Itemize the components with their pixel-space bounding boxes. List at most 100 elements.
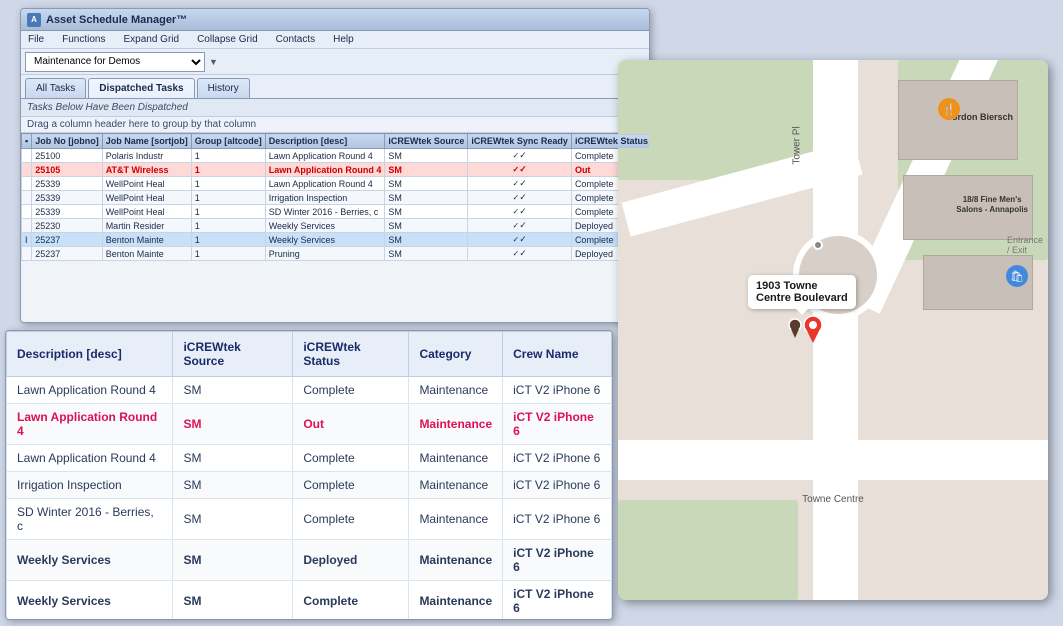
- list-item[interactable]: Lawn Application Round 4 SM Complete Mai…: [7, 445, 612, 472]
- col-header-jobname[interactable]: Job Name [sortjob]: [102, 134, 191, 149]
- cell-group: 1: [191, 177, 265, 191]
- bottom-cell-desc: Lawn Application Round 4: [7, 445, 173, 472]
- dispatched-notice: Tasks Below Have Been Dispatched: [21, 99, 649, 117]
- row-marker: I: [22, 233, 32, 247]
- bottom-cell-crew: iCT V2 iPhone 6: [503, 540, 612, 581]
- cell-sync: ✓: [468, 233, 572, 247]
- table-row[interactable]: 25105 AT&T Wireless 1 Lawn Application R…: [22, 163, 650, 177]
- table-row[interactable]: 25237 Benton Mainte 1 Pruning SM ✓ Deplo…: [22, 247, 650, 261]
- bottom-cell-desc: Weekly Services: [7, 540, 173, 581]
- road-horizontal-bottom: [618, 440, 1048, 480]
- table-row[interactable]: 25230 Martin Resider 1 Weekly Services S…: [22, 219, 650, 233]
- col-header-status[interactable]: iCREWtek Status: [571, 134, 649, 149]
- menu-contacts[interactable]: Contacts: [273, 34, 318, 45]
- row-marker: [22, 219, 32, 233]
- col-header-marker[interactable]: ▪: [22, 134, 32, 149]
- cell-group: 1: [191, 191, 265, 205]
- list-item[interactable]: Lawn Application Round 4 SM Complete Mai…: [7, 377, 612, 404]
- tower-pl-label: Tower Pl: [792, 126, 803, 164]
- list-item[interactable]: Irrigation Inspection SM Complete Mainte…: [7, 472, 612, 499]
- bottom-cell-status: Complete: [293, 445, 409, 472]
- col-header-group[interactable]: Group [altcode]: [191, 134, 265, 149]
- bottom-cell-category: Maintenance: [409, 472, 503, 499]
- table-row[interactable]: 25339 WellPoint Heal 1 SD Winter 2016 - …: [22, 205, 650, 219]
- cell-desc: Weekly Services: [265, 219, 385, 233]
- map-window[interactable]: Tower Pl Towne Centre Entrance/ Exit Gor…: [618, 60, 1048, 600]
- top-table-container[interactable]: ▪ Job No [jobno] Job Name [sortjob] Grou…: [21, 133, 649, 322]
- bottom-cell-category: Maintenance: [409, 377, 503, 404]
- cell-jobno: 25237: [32, 247, 102, 261]
- app-title: Asset Schedule Manager™: [46, 14, 187, 26]
- tab-history[interactable]: History: [197, 78, 250, 98]
- list-item[interactable]: Weekly Services SM Deployed Maintenance …: [7, 540, 612, 581]
- table-row[interactable]: 25339 WellPoint Heal 1 Lawn Application …: [22, 177, 650, 191]
- bottom-col-status[interactable]: iCREWtek Status: [293, 332, 409, 377]
- fine-mens-label: 18/8 Fine Men'sSalons - Annapolis: [956, 195, 1028, 214]
- cell-group: 1: [191, 247, 265, 261]
- cell-source: SM: [385, 163, 468, 177]
- bottom-data-table: Description [desc] iCREWtek Source iCREW…: [6, 331, 612, 620]
- col-header-source[interactable]: iCREWtek Source: [385, 134, 468, 149]
- toolbar: Maintenance for Demos ▼: [21, 49, 649, 75]
- cell-jobname: WellPoint Heal: [102, 205, 191, 219]
- cell-sync: ✓: [468, 191, 572, 205]
- cell-jobno: 25237: [32, 233, 102, 247]
- dropdown-arrow-icon: ▼: [209, 57, 218, 67]
- list-item[interactable]: SD Winter 2016 - Berries, c SM Complete …: [7, 499, 612, 540]
- cell-group: 1: [191, 219, 265, 233]
- col-header-jobno[interactable]: Job No [jobno]: [32, 134, 102, 149]
- bottom-col-crew[interactable]: Crew Name: [503, 332, 612, 377]
- title-bar: A Asset Schedule Manager™: [21, 9, 649, 31]
- bottom-col-desc[interactable]: Description [desc]: [7, 332, 173, 377]
- bottom-col-category[interactable]: Category: [409, 332, 503, 377]
- bottom-cell-source: SM: [173, 499, 293, 540]
- menu-file[interactable]: File: [25, 34, 47, 45]
- cell-desc: SD Winter 2016 - Berries, c: [265, 205, 385, 219]
- cell-desc: Irrigation Inspection: [265, 191, 385, 205]
- tab-dispatched-tasks[interactable]: Dispatched Tasks: [88, 78, 194, 98]
- list-item[interactable]: Weekly Services SM Complete Maintenance …: [7, 581, 612, 621]
- list-item[interactable]: Lawn Application Round 4 SM Out Maintena…: [7, 404, 612, 445]
- bottom-cell-category: Maintenance: [409, 445, 503, 472]
- cell-group: 1: [191, 163, 265, 177]
- bottom-col-source[interactable]: iCREWtek Source: [173, 332, 293, 377]
- cell-desc: Weekly Services: [265, 233, 385, 247]
- green-area-3: [618, 500, 798, 600]
- maintenance-dropdown[interactable]: Maintenance for Demos: [25, 52, 205, 72]
- bottom-cell-status: Complete: [293, 499, 409, 540]
- entrance-exit-label: Entrance/ Exit: [1007, 235, 1043, 255]
- orange-pin-marker: [788, 318, 802, 341]
- app-icon: A: [27, 13, 41, 27]
- bottom-cell-category: Maintenance: [409, 540, 503, 581]
- cell-sync: ✓: [468, 177, 572, 191]
- bottom-cell-status: Complete: [293, 377, 409, 404]
- bottom-cell-source: SM: [173, 445, 293, 472]
- gray-dot-marker: [813, 240, 823, 250]
- map-background: Tower Pl Towne Centre Entrance/ Exit Gor…: [618, 60, 1048, 600]
- menu-expand-grid[interactable]: Expand Grid: [120, 34, 182, 45]
- table-row[interactable]: 25339 WellPoint Heal 1 Irrigation Inspec…: [22, 191, 650, 205]
- bottom-cell-crew: iCT V2 iPhone 6: [503, 377, 612, 404]
- cell-sync: ✓: [468, 163, 572, 177]
- menu-functions[interactable]: Functions: [59, 34, 108, 45]
- cell-jobname: WellPoint Heal: [102, 191, 191, 205]
- cell-source: SM: [385, 149, 468, 163]
- bottom-cell-source: SM: [173, 404, 293, 445]
- cell-sync: ✓: [468, 219, 572, 233]
- col-header-desc[interactable]: Description [desc]: [265, 134, 385, 149]
- cell-source: SM: [385, 177, 468, 191]
- table-row[interactable]: 25100 Polaris Industr 1 Lawn Application…: [22, 149, 650, 163]
- cell-jobname: Martin Resider: [102, 219, 191, 233]
- cell-jobname: Benton Mainte: [102, 233, 191, 247]
- bottom-cell-desc: Weekly Services: [7, 581, 173, 621]
- table-row[interactable]: I 25237 Benton Mainte 1 Weekly Services …: [22, 233, 650, 247]
- bottom-cell-status: Out: [293, 404, 409, 445]
- menu-collapse-grid[interactable]: Collapse Grid: [194, 34, 261, 45]
- cell-source: SM: [385, 233, 468, 247]
- tab-all-tasks[interactable]: All Tasks: [25, 78, 86, 98]
- menu-help[interactable]: Help: [330, 34, 357, 45]
- cell-desc: Pruning: [265, 247, 385, 261]
- bottom-cell-crew: iCT V2 iPhone 6: [503, 499, 612, 540]
- bottom-cell-crew: iCT V2 iPhone 6: [503, 404, 612, 445]
- col-header-sync[interactable]: iCREWtek Sync Ready: [468, 134, 572, 149]
